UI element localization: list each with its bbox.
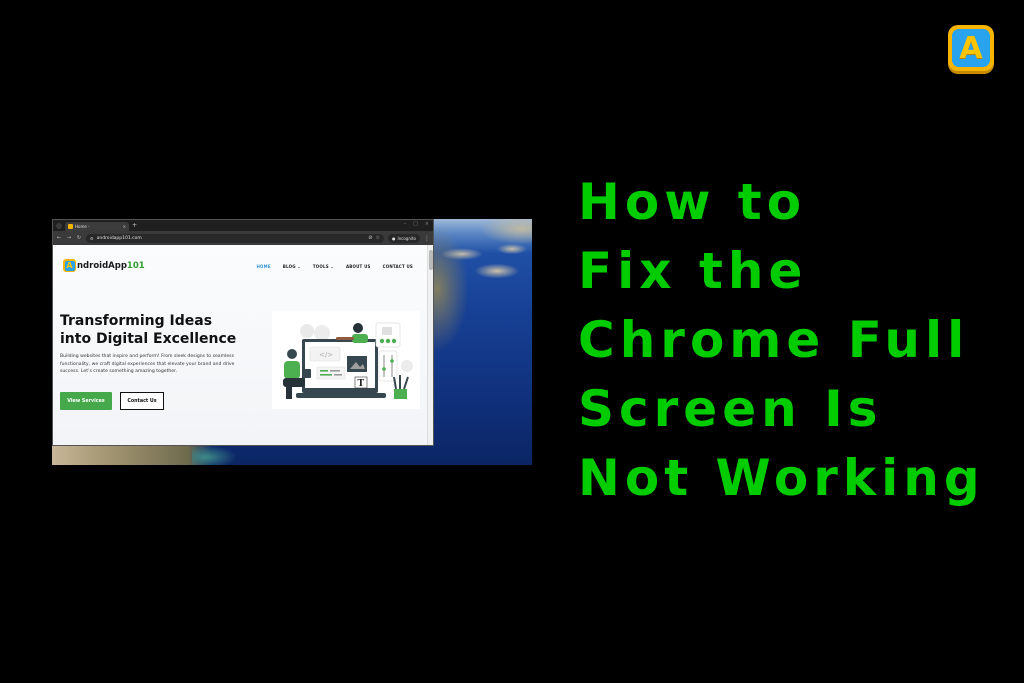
person-head bbox=[287, 349, 297, 359]
tab-search-icon[interactable] bbox=[56, 222, 62, 229]
close-icon[interactable]: × bbox=[425, 221, 429, 227]
incognito-icon: ● bbox=[391, 235, 396, 241]
headline-line-2: Fix the bbox=[578, 242, 808, 300]
forward-icon[interactable]: → bbox=[66, 235, 72, 241]
window-controls: – □ × bbox=[404, 221, 429, 227]
headline-line-3: Chrome Full bbox=[578, 311, 970, 369]
code-icon: </> bbox=[319, 351, 333, 359]
hero-title: Transforming Ideas into Digital Excellen… bbox=[60, 312, 260, 348]
site-nav: HOME BLOG ⌄ TOOLS ⌄ ABOUT US CONTACT US bbox=[256, 264, 413, 269]
page-scrollbar[interactable] bbox=[427, 245, 433, 445]
site-logo[interactable]: A ndroidApp101 bbox=[63, 259, 145, 272]
gear-icon bbox=[300, 324, 314, 338]
tab-close-icon[interactable]: × bbox=[123, 224, 126, 229]
minimize-icon[interactable]: – bbox=[404, 221, 407, 227]
tablet bbox=[304, 369, 311, 378]
eye-slash-icon[interactable]: ⊘ bbox=[368, 235, 372, 241]
coastline-water bbox=[192, 445, 237, 465]
hero-illustration: </> T bbox=[272, 311, 420, 409]
nav-blog[interactable]: BLOG ⌄ bbox=[283, 264, 301, 269]
headline-line-4: Screen Is bbox=[578, 380, 883, 438]
nav-home[interactable]: HOME bbox=[256, 264, 270, 269]
svg-text:T: T bbox=[358, 379, 365, 389]
hero-description: Building websites that inspire and perfo… bbox=[60, 354, 235, 374]
address-bar[interactable]: ⚙ androidapp101.com ⊘ ☆ bbox=[86, 233, 384, 243]
site-info-icon[interactable]: ⚙ bbox=[90, 236, 94, 241]
site-logo-text: ndroidApp101 bbox=[77, 260, 145, 271]
new-tab-button[interactable]: + bbox=[132, 222, 137, 229]
back-icon[interactable]: ← bbox=[56, 235, 62, 241]
browser-window: Home - × + – □ × ← → ↻ ⚙ androidapp101.c… bbox=[52, 219, 434, 446]
incognito-badge[interactable]: ● Incognito bbox=[387, 233, 420, 243]
person-head bbox=[353, 323, 363, 333]
url-text[interactable]: androidapp101.com bbox=[97, 236, 366, 241]
tab-title: Home - bbox=[75, 224, 90, 229]
maximize-icon[interactable]: □ bbox=[413, 221, 418, 227]
page-viewport: A ndroidApp101 HOME BLOG ⌄ TOOLS ⌄ ABOUT… bbox=[53, 245, 433, 445]
plant-pot bbox=[394, 389, 407, 399]
hero-title-line-2: into Digital Excellence bbox=[60, 331, 237, 347]
slider-card bbox=[378, 350, 398, 382]
reload-icon[interactable]: ↻ bbox=[76, 235, 82, 241]
view-services-button[interactable]: View Services bbox=[60, 392, 112, 410]
web-design-illustration: </> T bbox=[283, 322, 413, 399]
text-block bbox=[316, 366, 346, 380]
headline: How to Fix the Chrome Full Screen Is Not… bbox=[578, 168, 1008, 513]
android-app-logo-icon: A bbox=[948, 25, 994, 71]
tab-bar: Home - × + – □ × bbox=[53, 220, 433, 231]
headline-line-5: Not Working bbox=[578, 449, 985, 507]
person-body bbox=[284, 361, 300, 379]
contact-us-button[interactable]: Contact Us bbox=[120, 392, 164, 410]
browser-toolbar: ← → ↻ ⚙ androidapp101.com ⊘ ☆ ● Incognit… bbox=[53, 231, 433, 245]
incognito-label: Incognito bbox=[397, 235, 416, 241]
brand-badge-letter: A bbox=[952, 29, 990, 67]
headline-line-1: How to bbox=[578, 173, 807, 231]
favicon-icon bbox=[68, 224, 73, 229]
scroll-thumb[interactable] bbox=[429, 250, 433, 270]
gear-icon bbox=[314, 325, 330, 341]
site-logo-icon: A bbox=[63, 259, 76, 272]
star-icon[interactable]: ☆ bbox=[375, 235, 379, 241]
person-body bbox=[352, 334, 368, 343]
nav-contact-us[interactable]: CONTACT US bbox=[383, 264, 413, 269]
nav-about-us[interactable]: ABOUT US bbox=[346, 264, 371, 269]
hero-title-line-1: Transforming Ideas bbox=[60, 313, 213, 329]
nav-tools[interactable]: TOOLS ⌄ bbox=[313, 264, 334, 269]
gear-icon bbox=[401, 360, 413, 372]
monitor-base bbox=[296, 393, 386, 398]
tab-home[interactable]: Home - × bbox=[65, 222, 129, 231]
menu-icon[interactable]: ⋮ bbox=[424, 235, 430, 242]
